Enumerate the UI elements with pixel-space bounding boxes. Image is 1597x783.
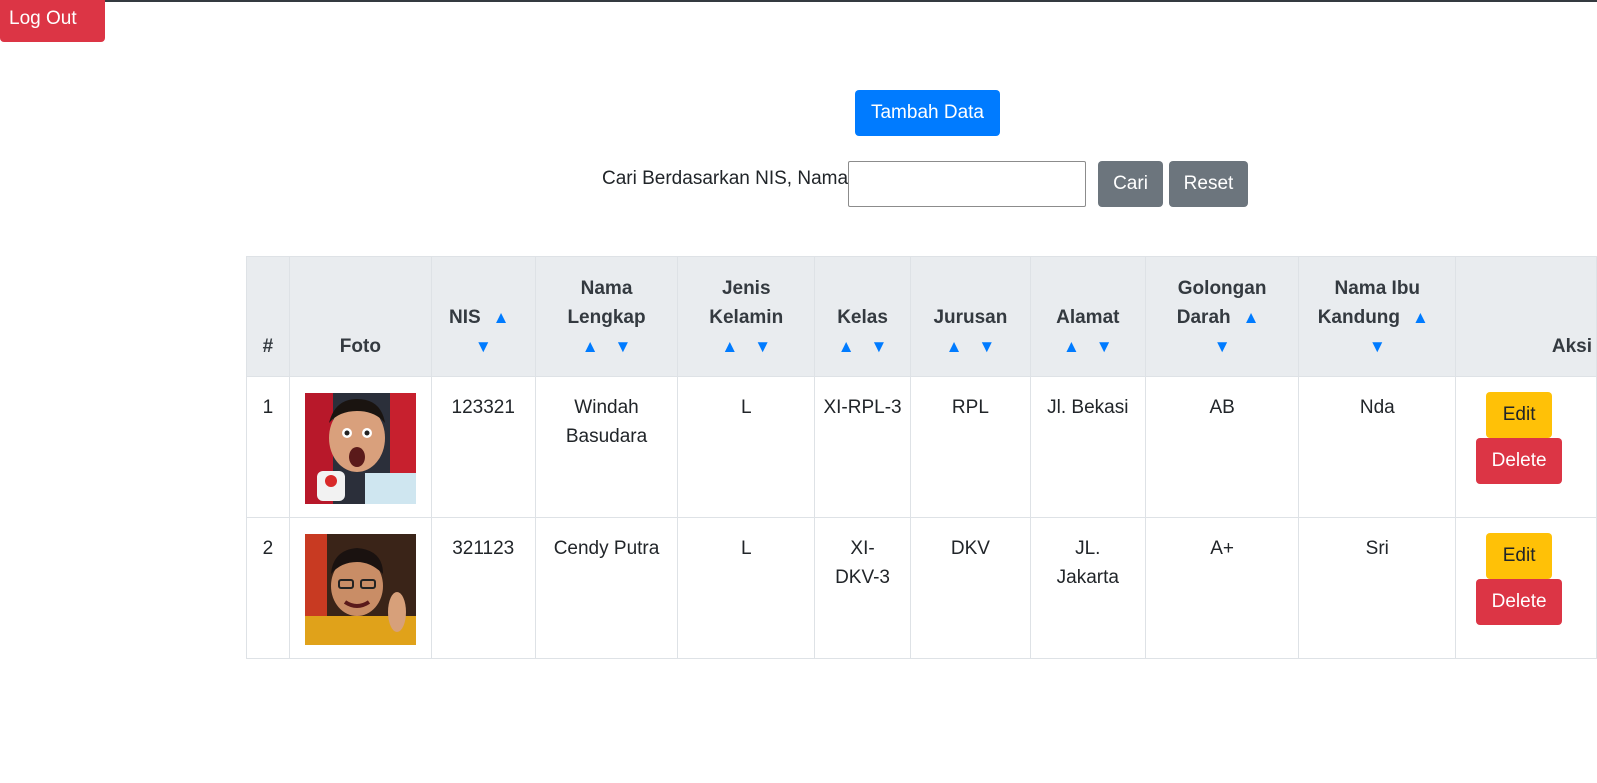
cell-alamat: JL. Jakarta: [1029, 517, 1146, 659]
cell-aksi: Edit Delete: [1455, 517, 1597, 659]
sort-asc-icon[interactable]: ▲: [946, 332, 963, 361]
col-header-nama-ibu-kandung: Nama Ibu Kandung ▲ ▼: [1298, 256, 1457, 377]
col-header-jenis-kelamin: Jenis Kelamin ▲ ▼: [677, 256, 816, 377]
cell-number: 2: [246, 517, 290, 659]
cell-foto: [288, 517, 432, 659]
sort-asc-icon[interactable]: ▲: [838, 332, 855, 361]
cell-nis: 321123: [430, 517, 536, 659]
add-data-button[interactable]: Tambah Data: [855, 90, 1000, 136]
cell-aksi: Edit Delete: [1455, 376, 1597, 518]
table-header-row: # Foto NIS ▲ ▼ Nama Lengkap ▲ ▼ Jenis Kela…: [246, 256, 1597, 377]
col-header-alamat: Alamat ▲ ▼: [1029, 256, 1146, 377]
sort-desc-icon[interactable]: ▼: [615, 332, 632, 361]
sort-desc-icon[interactable]: ▼: [978, 332, 995, 361]
reset-button[interactable]: Reset: [1169, 161, 1248, 207]
delete-button[interactable]: Delete: [1476, 579, 1563, 625]
search-button[interactable]: Cari: [1098, 161, 1163, 207]
cell-nama: Cendy Putra: [534, 517, 679, 659]
cell-nis: 123321: [430, 376, 536, 518]
search-label: Cari Berdasarkan NIS, Nama:: [602, 168, 854, 189]
cell-kelas: XI-RPL-3: [814, 376, 911, 518]
sort-asc-icon[interactable]: ▲: [721, 332, 738, 361]
sort-asc-icon[interactable]: ▲: [1412, 303, 1429, 332]
edit-button[interactable]: Edit: [1486, 533, 1553, 579]
col-header-nis: NIS ▲ ▼: [430, 256, 536, 377]
sort-desc-icon[interactable]: ▼: [475, 332, 492, 361]
table-row: 2 321123 Cendy Putra L XI-DKV-3 DKV JL. …: [246, 517, 1597, 659]
cell-jurusan: RPL: [910, 376, 1031, 518]
sort-asc-icon[interactable]: ▲: [1243, 303, 1260, 332]
sort-desc-icon[interactable]: ▼: [1096, 332, 1113, 361]
cell-number: 1: [246, 376, 290, 518]
cell-nama-ibu: Nda: [1298, 376, 1457, 518]
cell-foto: [288, 376, 432, 518]
col-header-number: #: [246, 256, 290, 377]
sort-desc-icon[interactable]: ▼: [1214, 332, 1231, 361]
student-photo: [304, 393, 416, 504]
student-table: # Foto NIS ▲ ▼ Nama Lengkap ▲ ▼ Jenis Kela…: [246, 256, 1597, 659]
student-photo: [304, 534, 416, 645]
col-header-nama-lengkap: Nama Lengkap ▲ ▼: [534, 256, 679, 377]
col-header-foto: Foto: [288, 256, 432, 377]
cell-jenis-kelamin: L: [677, 376, 816, 518]
cell-jurusan: DKV: [910, 517, 1031, 659]
col-header-jurusan: Jurusan ▲ ▼: [910, 256, 1031, 377]
sort-asc-icon[interactable]: ▲: [582, 332, 599, 361]
col-header-aksi: Aksi: [1455, 256, 1597, 377]
col-header-golongan-darah: Golongan Darah ▲ ▼: [1144, 256, 1300, 377]
delete-button[interactable]: Delete: [1476, 438, 1563, 484]
sort-desc-icon[interactable]: ▼: [871, 332, 888, 361]
sort-asc-icon[interactable]: ▲: [1063, 332, 1080, 361]
cell-nama-ibu: Sri: [1298, 517, 1457, 659]
sort-desc-icon[interactable]: ▼: [1369, 332, 1386, 361]
cell-golongan-darah: AB: [1144, 376, 1300, 518]
cell-alamat: Jl. Bekasi: [1029, 376, 1146, 518]
logout-button[interactable]: Log Out: [0, 0, 105, 42]
cell-kelas: XI-DKV-3: [814, 517, 911, 659]
search-input[interactable]: [848, 161, 1086, 207]
edit-button[interactable]: Edit: [1486, 392, 1553, 438]
cell-golongan-darah: A+: [1144, 517, 1300, 659]
cell-nama: Windah Basudara: [534, 376, 679, 518]
cell-jenis-kelamin: L: [677, 517, 816, 659]
table-row: 1 123321 Windah Basudara L XI-RPL-3 RPL …: [246, 376, 1597, 518]
col-header-kelas: Kelas ▲ ▼: [814, 256, 911, 377]
top-border: [0, 0, 1597, 2]
sort-asc-icon[interactable]: ▲: [493, 303, 510, 332]
sort-desc-icon[interactable]: ▼: [754, 332, 771, 361]
